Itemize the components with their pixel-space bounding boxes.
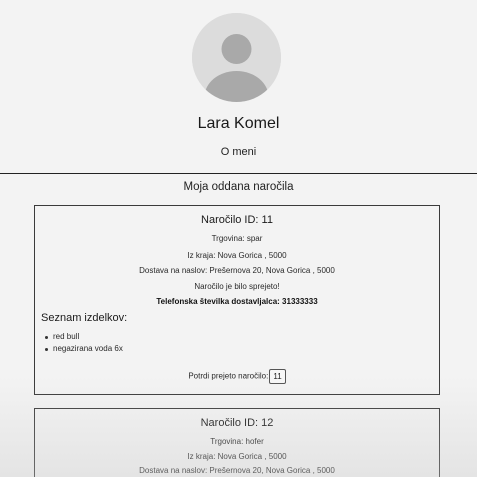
confirm-order-button[interactable]: 11: [269, 369, 286, 384]
order-id: Naročilo ID: 11: [201, 214, 273, 226]
order-status: Naročilo je bilo sprejeto!: [194, 282, 280, 291]
confirm-row: Potrdi prejeto naročilo: 11: [35, 369, 439, 384]
order-store: Trgovina: spar: [211, 234, 263, 243]
courier-phone: Telefonska številka dostavljalca: 313333…: [156, 297, 318, 306]
items-title: Seznam izdelkov:: [41, 312, 128, 324]
order-card: Naročilo ID: 11 Trgovina: spar Iz kraja:…: [34, 205, 440, 395]
order-from: Iz kraja: Nova Gorica , 5000: [187, 452, 287, 461]
order-card: Naročilo ID: 12 Trgovina: hofer Iz kraja…: [34, 408, 440, 477]
profile-header: Lara Komel O meni: [0, 0, 477, 173]
order-store: Trgovina: hofer: [210, 437, 264, 446]
confirm-label: Potrdi prejeto naročilo:: [188, 371, 269, 381]
about-link[interactable]: O meni: [0, 146, 477, 158]
items-list: red bull negazirana voda 6x: [45, 331, 123, 355]
list-item: negazirana voda 6x: [45, 343, 123, 355]
order-id: Naročilo ID: 12: [200, 417, 274, 429]
list-item: red bull: [45, 331, 123, 343]
profile-name: Lara Komel: [197, 115, 280, 132]
order-address: Dostava na naslov: Prešernova 20, Nova G…: [139, 266, 335, 275]
order-from: Iz kraja: Nova Gorica , 5000: [187, 251, 287, 260]
orders-section-title: Moja oddana naročila: [183, 181, 294, 193]
user-avatar-icon: [192, 13, 281, 102]
order-address: Dostava na naslov: Prešernova 20, Nova G…: [139, 466, 335, 475]
section-divider: [0, 173, 477, 174]
